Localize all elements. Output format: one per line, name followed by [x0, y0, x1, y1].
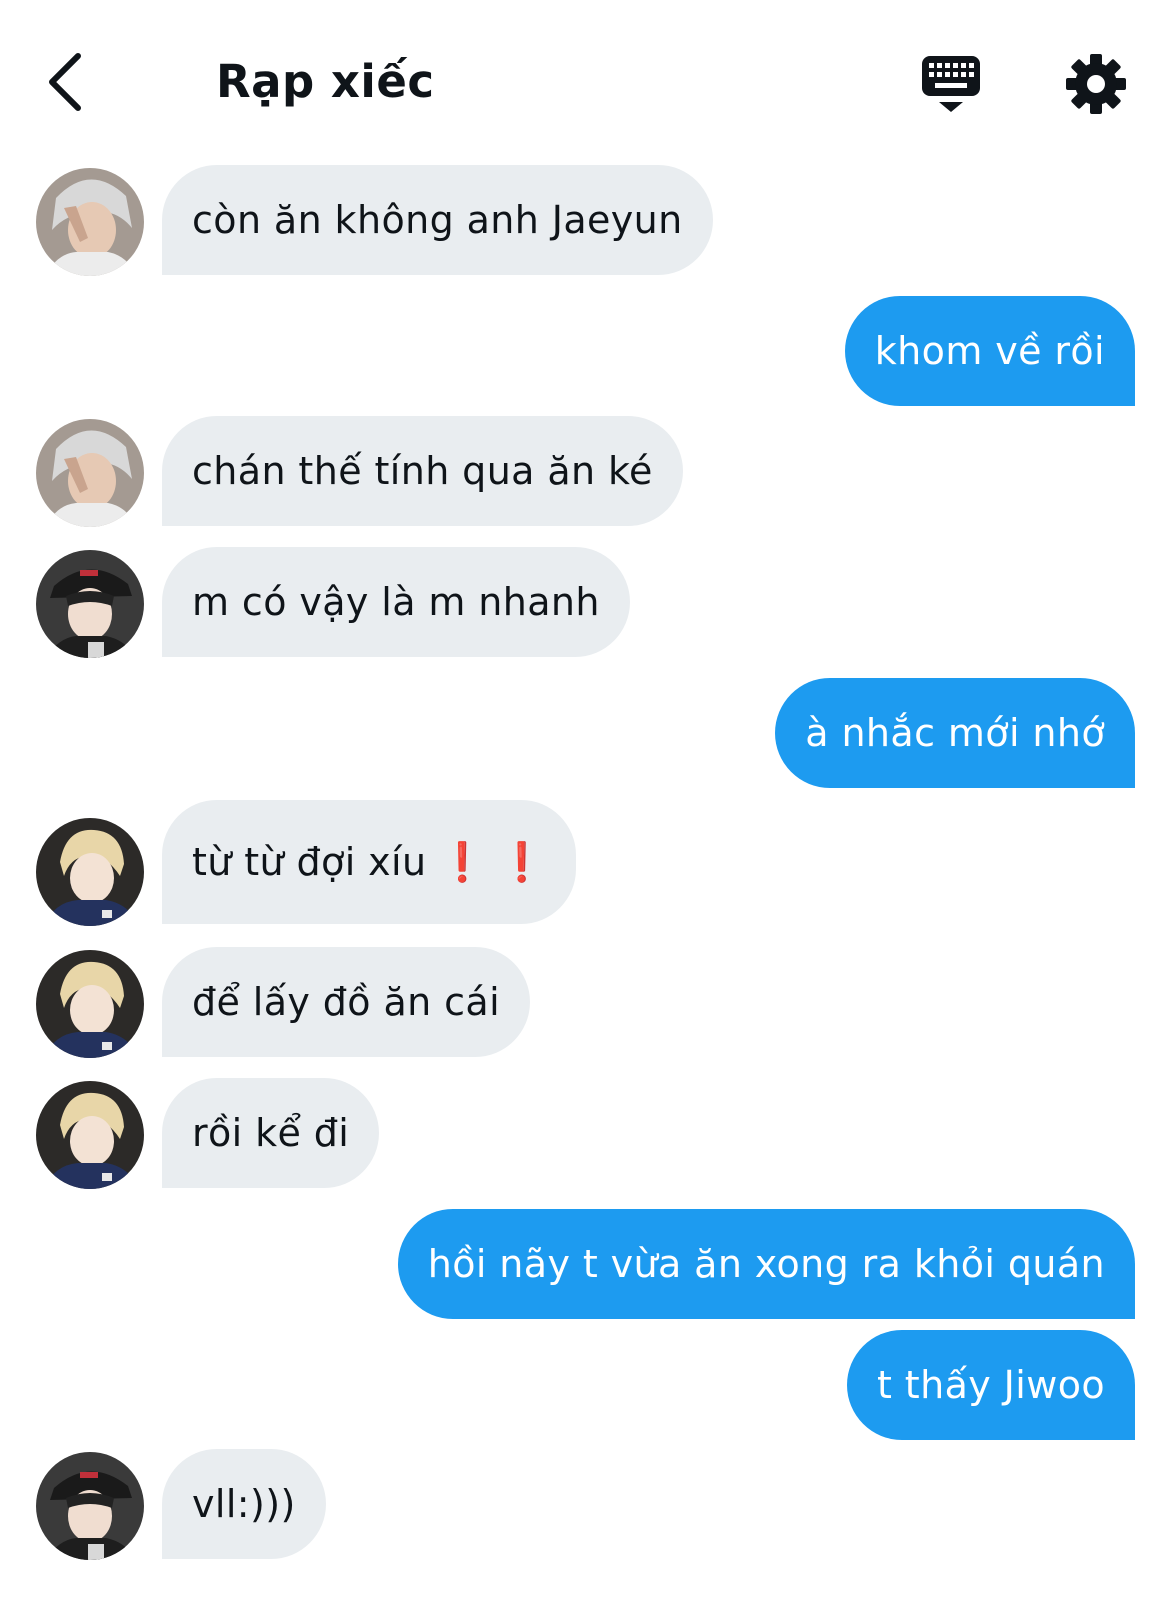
message-bubble: còn ăn không anh Jaeyun: [162, 165, 713, 275]
message-bubble: m có vậy là m nhanh: [162, 547, 630, 657]
keyboard-icon: [922, 56, 980, 112]
message-bubble: hồi nãy t vừa ăn xong ra khỏi quán: [397, 1209, 1135, 1319]
message-bubble: t thấy Jiwoo: [847, 1330, 1135, 1440]
settings-button[interactable]: [1064, 52, 1128, 116]
conversation-header: Rạp xiếc: [0, 0, 1170, 160]
gear-icon: [1066, 54, 1126, 114]
avatar[interactable]: [36, 1452, 144, 1560]
conversation-title: Rạp xiếc: [216, 55, 435, 108]
chevron-left-icon: [49, 53, 81, 111]
exclamation-mark-icon: ❗: [498, 840, 546, 884]
avatar[interactable]: [36, 168, 144, 276]
message-bubble: à nhắc mới nhớ: [775, 678, 1135, 788]
message-bubble: chán thế tính qua ăn ké: [162, 416, 683, 526]
message-bubble: rồi kể đi: [162, 1078, 380, 1188]
message-text: từ từ đợi xíu: [192, 840, 427, 884]
message-bubble: từ từ đợi xíu ❗ ❗: [162, 800, 576, 924]
keyboard-button[interactable]: [920, 52, 992, 122]
avatar[interactable]: [36, 550, 144, 658]
avatar[interactable]: [36, 818, 144, 926]
avatar[interactable]: [36, 419, 144, 527]
back-button[interactable]: [40, 50, 100, 114]
exclamation-mark-icon: ❗: [438, 840, 487, 884]
message-bubble: vll:))): [162, 1449, 326, 1559]
avatar[interactable]: [36, 1081, 144, 1189]
message-bubble: để lấy đồ ăn cái: [162, 947, 531, 1057]
message-bubble: khom về rồi: [844, 296, 1135, 406]
avatar[interactable]: [36, 950, 144, 1058]
